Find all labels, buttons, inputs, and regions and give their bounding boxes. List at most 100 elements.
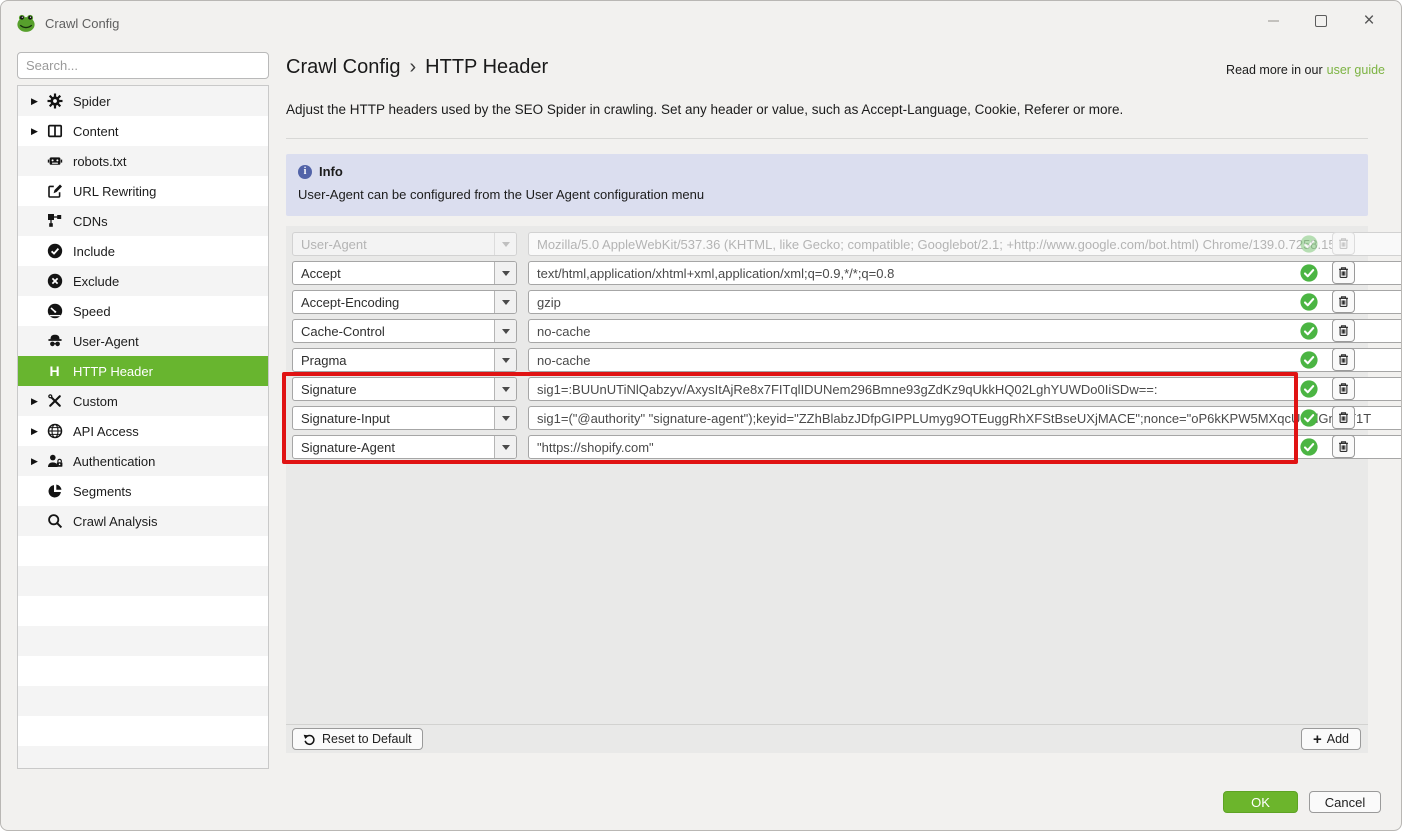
- sidebar-empty-row: [18, 686, 268, 716]
- sidebar-item-custom[interactable]: ▶ Custom: [18, 386, 268, 416]
- sidebar-item-label: Custom: [73, 394, 118, 409]
- expand-arrow-icon[interactable]: ▶: [31, 396, 46, 407]
- header-row-signature-agent: Signature-Agent: [286, 435, 1368, 460]
- header-name-value: Signature: [293, 382, 494, 397]
- header-name-select[interactable]: Cache-Control: [292, 319, 517, 343]
- close-button[interactable]: ×: [1347, 1, 1391, 41]
- sidebar-item-label: robots.txt: [73, 154, 126, 169]
- chevron-down-icon: [494, 233, 516, 255]
- page-title: HTTP Header: [425, 56, 548, 78]
- ok-button[interactable]: OK: [1223, 791, 1298, 813]
- expand-arrow-icon[interactable]: ▶: [31, 426, 46, 437]
- edit-icon: [46, 183, 63, 200]
- expand-arrow-icon[interactable]: ▶: [31, 126, 46, 137]
- maximize-button[interactable]: [1299, 1, 1343, 41]
- header-name-select[interactable]: Accept: [292, 261, 517, 285]
- header-name-select[interactable]: Pragma: [292, 348, 517, 372]
- enabled-check-icon[interactable]: [1300, 293, 1318, 311]
- reset-icon: [303, 733, 316, 746]
- tools-icon: [46, 393, 63, 410]
- page-description: Adjust the HTTP headers used by the SEO …: [286, 102, 1123, 117]
- sidebar-item-speed[interactable]: Speed: [18, 296, 268, 326]
- reset-to-default-button[interactable]: Reset to Default: [292, 728, 423, 750]
- header-row-cache-control: Cache-Control: [286, 319, 1368, 344]
- sidebar-item-cdns[interactable]: CDNs: [18, 206, 268, 236]
- speedometer-icon: [46, 303, 63, 320]
- expand-arrow-icon[interactable]: ▶: [31, 456, 46, 467]
- delete-header-button[interactable]: [1332, 348, 1355, 371]
- header-value-input[interactable]: [528, 377, 1402, 401]
- enabled-check-icon[interactable]: [1300, 438, 1318, 456]
- sidebar-item-label: Segments: [73, 484, 132, 499]
- header-value-input[interactable]: [528, 319, 1402, 343]
- header-name-select[interactable]: Signature-Agent: [292, 435, 517, 459]
- x-circle-icon: [46, 273, 63, 290]
- header-name-value: Signature-Agent: [293, 440, 494, 455]
- enabled-check-icon[interactable]: [1300, 322, 1318, 340]
- divider: [286, 138, 1368, 139]
- sidebar-item-label: HTTP Header: [73, 364, 153, 379]
- header-value-input[interactable]: [528, 261, 1402, 285]
- header-value-input[interactable]: [528, 348, 1402, 372]
- header-name-select[interactable]: Signature-Input: [292, 406, 517, 430]
- header-value-input[interactable]: [528, 435, 1402, 459]
- header-value-input[interactable]: [528, 406, 1402, 430]
- sidebar-item-authentication[interactable]: ▶Authentication: [18, 446, 268, 476]
- minimize-button[interactable]: [1251, 1, 1295, 41]
- sidebar-item-api-access[interactable]: ▶API Access: [18, 416, 268, 446]
- header-value-input[interactable]: [528, 290, 1402, 314]
- sidebar-empty-row: [18, 596, 268, 626]
- sidebar-item-label: Spider: [73, 94, 111, 109]
- user-lock-icon: [46, 453, 63, 470]
- search-input[interactable]: [17, 52, 269, 79]
- delete-header-button[interactable]: [1332, 261, 1355, 284]
- delete-header-button[interactable]: [1332, 319, 1355, 342]
- delete-header-button[interactable]: [1332, 290, 1355, 313]
- info-box: i Info User-Agent can be configured from…: [286, 154, 1368, 216]
- enabled-check-icon[interactable]: [1300, 264, 1318, 282]
- sidebar-item-http-header[interactable]: H HTTP Header: [18, 356, 268, 386]
- sidebar-item-url-rewriting[interactable]: URL Rewriting: [18, 176, 268, 206]
- cancel-button[interactable]: Cancel: [1309, 791, 1381, 813]
- divider: [286, 724, 1368, 725]
- columns-icon: [46, 123, 63, 140]
- enabled-check-icon[interactable]: [1300, 351, 1318, 369]
- sidebar-item-user-agent[interactable]: User-Agent: [18, 326, 268, 356]
- window-title: Crawl Config: [45, 16, 119, 31]
- add-button[interactable]: + Add: [1301, 728, 1361, 750]
- delete-header-button[interactable]: [1332, 435, 1355, 458]
- header-rows: User-Agent Accept Accept-Encoding Cache-Con…: [286, 226, 1368, 753]
- header-name-select[interactable]: Accept-Encoding: [292, 290, 517, 314]
- user-guide-link[interactable]: user guide: [1327, 63, 1385, 77]
- enabled-check-icon[interactable]: [1300, 409, 1318, 427]
- header-row-signature-input: Signature-Input: [286, 406, 1368, 431]
- chevron-down-icon: [494, 320, 516, 342]
- sidebar-item-content[interactable]: ▶Content: [18, 116, 268, 146]
- sidebar-empty-row: [18, 716, 268, 746]
- delete-header-button[interactable]: [1332, 406, 1355, 429]
- sidebar-item-label: User-Agent: [73, 334, 139, 349]
- enabled-check-icon[interactable]: [1300, 380, 1318, 398]
- sidebar-item-robots-txt[interactable]: robots.txt: [18, 146, 268, 176]
- reset-button-label: Reset to Default: [322, 732, 412, 746]
- sidebar-item-crawl-analysis[interactable]: Crawl Analysis: [18, 506, 268, 536]
- sidebar-item-segments[interactable]: Segments: [18, 476, 268, 506]
- sidebar-item-exclude[interactable]: Exclude: [18, 266, 268, 296]
- header-name-value: User-Agent: [293, 237, 494, 252]
- enabled-check-icon: [1300, 235, 1318, 253]
- delete-header-button[interactable]: [1332, 377, 1355, 400]
- info-title: Info: [319, 164, 343, 179]
- h-icon: H: [46, 363, 63, 380]
- header-row-accept: Accept: [286, 261, 1368, 286]
- plus-icon: +: [1313, 732, 1322, 747]
- info-icon: i: [298, 165, 312, 179]
- sidebar-item-include[interactable]: Include: [18, 236, 268, 266]
- expand-arrow-icon[interactable]: ▶: [31, 96, 46, 107]
- spy-icon: [46, 333, 63, 350]
- crawl-config-window: Crawl Config × ▶ Spider ▶Content robots.txt…: [0, 0, 1402, 831]
- breadcrumb-separator-icon: ›: [409, 56, 416, 78]
- sidebar-item-spider[interactable]: ▶ Spider: [18, 86, 268, 116]
- header-name-select[interactable]: Signature: [292, 377, 517, 401]
- sidebar-empty-row: [18, 656, 268, 686]
- globe-icon: [46, 423, 63, 440]
